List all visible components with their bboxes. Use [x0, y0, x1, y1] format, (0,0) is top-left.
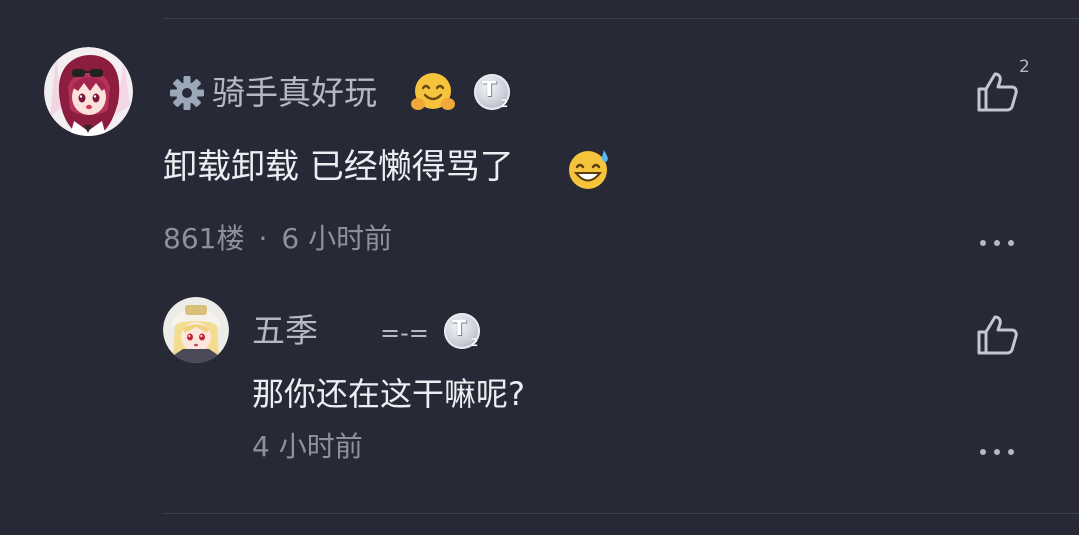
reply-like-icon[interactable] [975, 313, 1021, 357]
reply-avatar[interactable] [163, 297, 229, 363]
username[interactable]: 骑手真好玩 [212, 76, 377, 109]
timestamp: 6 小时前 [281, 222, 393, 255]
like-icon[interactable] [975, 70, 1021, 114]
more-options-icon[interactable] [980, 239, 1014, 247]
floor-number: 861楼 [163, 222, 245, 255]
comment-text: 卸载卸载 已经懒得骂了 [163, 147, 514, 187]
reply-username[interactable]: 五季 [252, 314, 318, 347]
gear-icon [170, 76, 204, 110]
reply-signature: =-= [380, 319, 429, 347]
avatar[interactable] [44, 47, 133, 136]
level-badge: T 2 [474, 74, 510, 110]
comment-thread: 骑手真好玩 T 2 2 卸载卸载 已经懒得骂了 861楼 · 6 小时前 五季 … [0, 0, 1079, 535]
comment-meta: 861楼 · 6 小时前 [163, 225, 392, 253]
meta-separator: · [258, 222, 268, 255]
bottom-divider [163, 513, 1079, 514]
reply-text: 那你还在这干嘛呢? [252, 375, 525, 413]
sweat-smile-emoji [569, 150, 608, 189]
hug-emoji [411, 73, 455, 110]
top-divider [163, 18, 1079, 19]
reply-level-badge: T 2 [444, 313, 480, 349]
reply-more-options-icon[interactable] [980, 448, 1014, 456]
like-count: 2 [1019, 57, 1030, 77]
reply-timestamp: 4 小时前 [252, 430, 363, 463]
